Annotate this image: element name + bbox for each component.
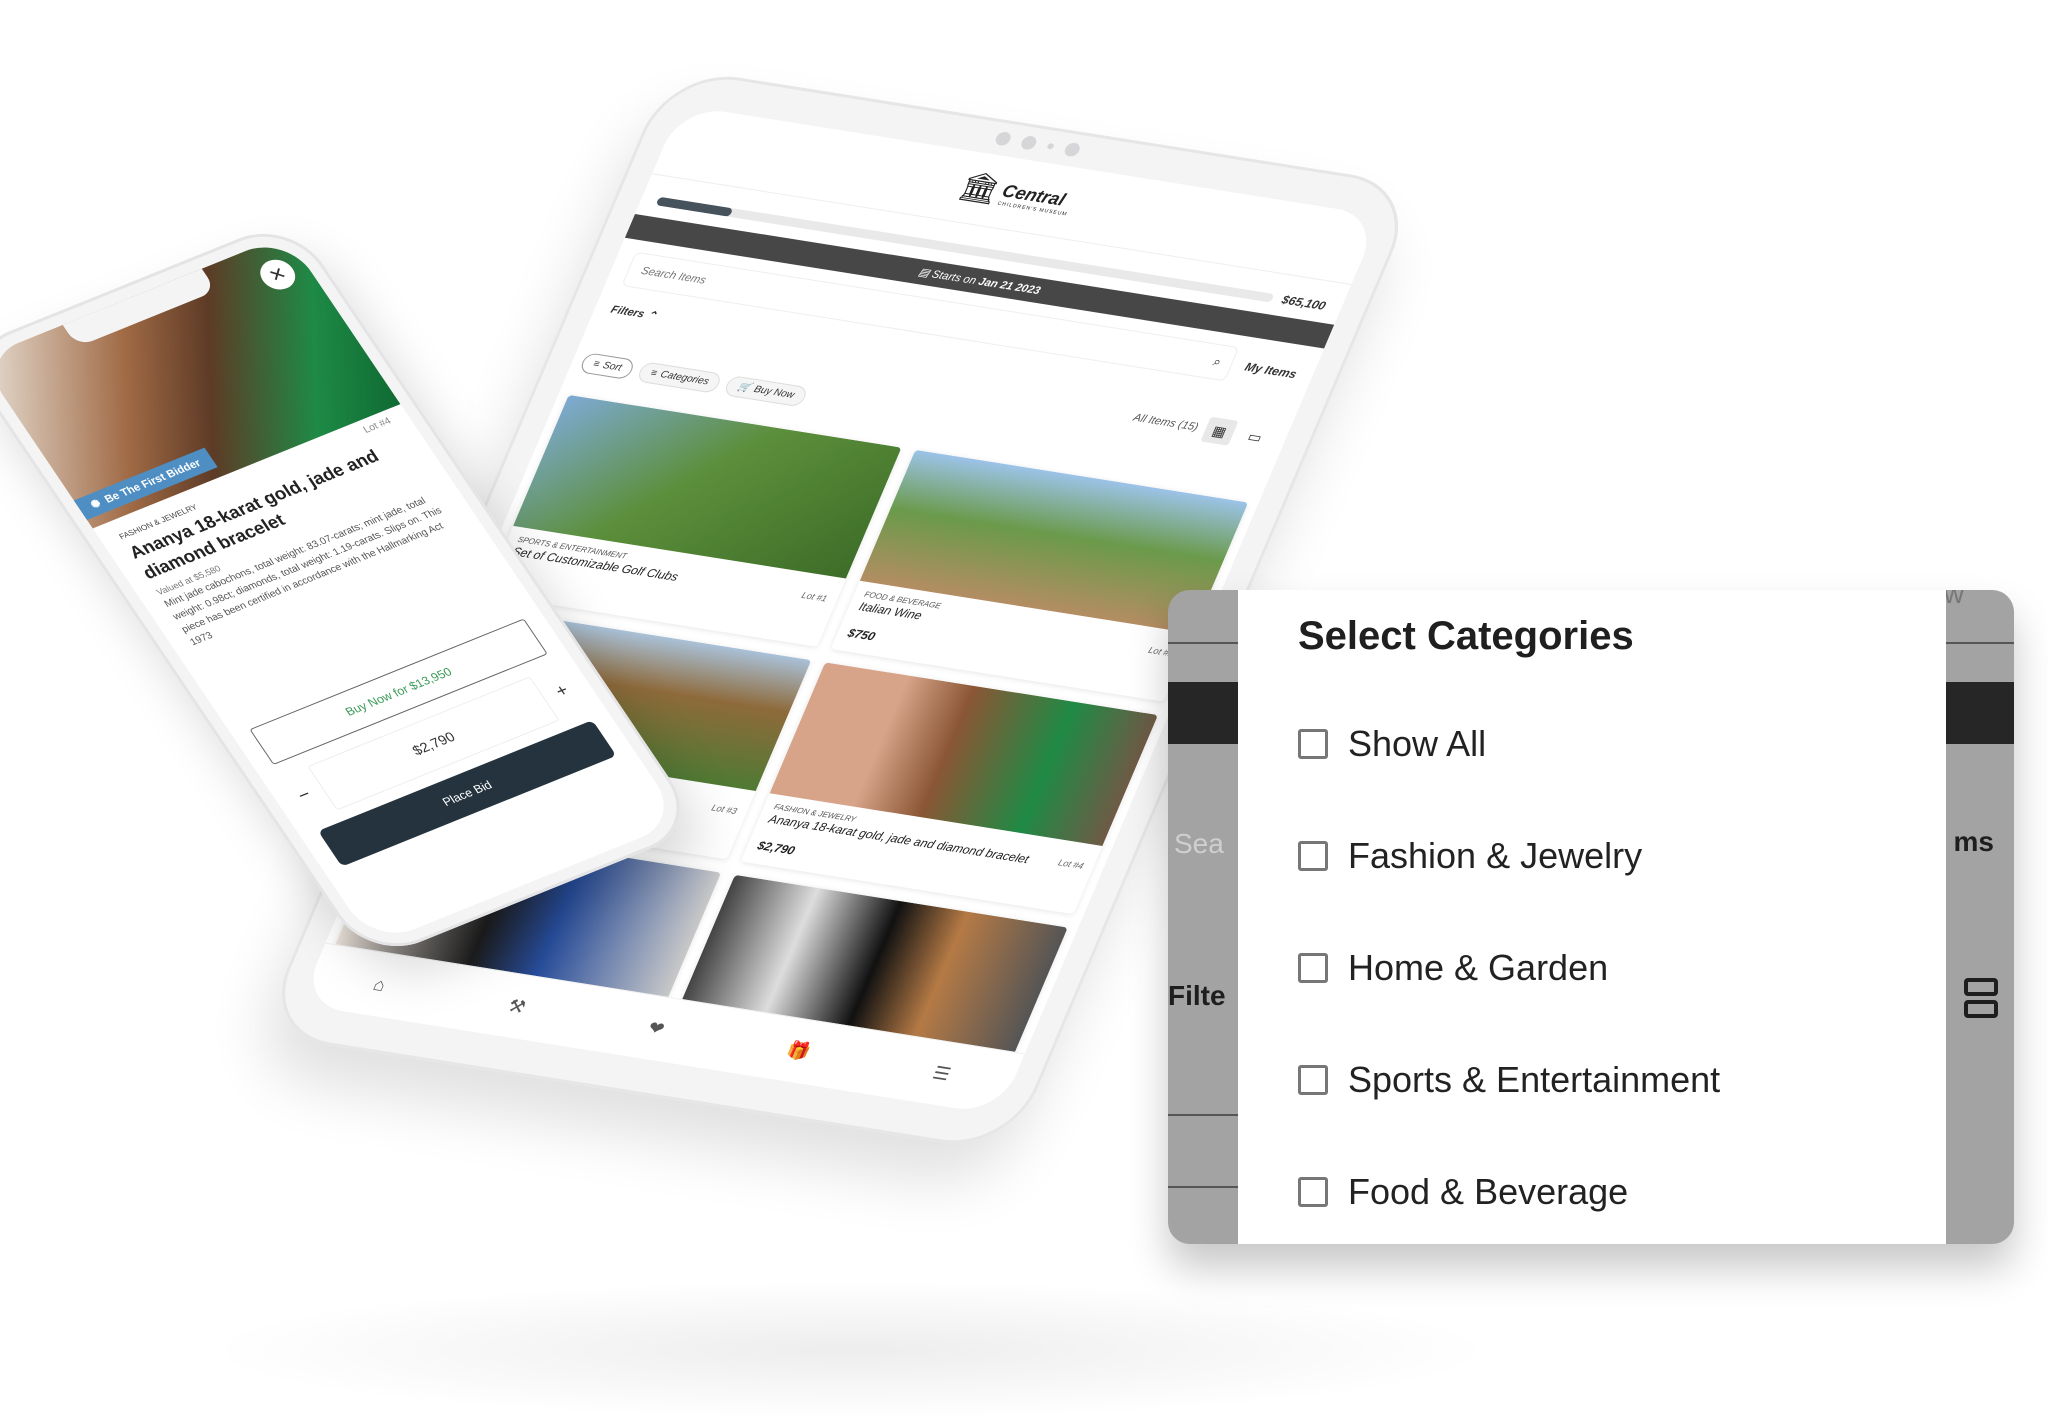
category-option-home-garden[interactable]: Home & Garden bbox=[1298, 911, 1720, 1024]
list-view-button[interactable]: ▭ bbox=[1236, 422, 1274, 451]
sort-icon: ≡ bbox=[591, 358, 602, 371]
increase-bid-button[interactable]: + bbox=[548, 679, 577, 704]
all-items-count: All Items (15) bbox=[1131, 411, 1201, 434]
progress-fill bbox=[655, 196, 734, 217]
categories-popup-callout: Sea ms Filte ew Select Categories Show A… bbox=[1168, 590, 2014, 1244]
close-button[interactable]: ✕ bbox=[253, 255, 302, 295]
my-items-link[interactable]: My Items bbox=[1243, 360, 1299, 381]
grid-icon: ▦ bbox=[1209, 422, 1230, 440]
gavel-icon[interactable]: ⚒ bbox=[505, 995, 529, 1017]
goal-amount: $65,100 bbox=[1279, 292, 1329, 313]
menu-icon[interactable]: ☰ bbox=[929, 1062, 954, 1084]
category-option-show-all[interactable]: Show All bbox=[1298, 687, 1720, 800]
list-icon: ▭ bbox=[1245, 427, 1265, 445]
category-option-sports-entertainment[interactable]: Sports & Entertainment bbox=[1298, 1023, 1720, 1136]
category-list: Show All Fashion & Jewelry Home & Garden… bbox=[1298, 688, 1720, 1244]
checkbox[interactable] bbox=[1298, 952, 1328, 983]
floor-shadow bbox=[200, 1280, 1500, 1420]
checkbox[interactable] bbox=[1298, 1176, 1328, 1207]
tablet-camera bbox=[993, 130, 1083, 158]
start-date: Jan 21 2023 bbox=[976, 275, 1043, 298]
sort-chip[interactable]: ≡ Sort bbox=[578, 352, 637, 380]
donate-hand-heart-icon[interactable]: ❤ bbox=[645, 1017, 668, 1039]
home-icon[interactable]: ⌂ bbox=[370, 974, 389, 996]
grid-view-button[interactable]: ▦ bbox=[1200, 416, 1239, 446]
popup-title: Select Categories bbox=[1298, 614, 1634, 658]
categories-panel: Select Categories Show All Fashion & Jew… bbox=[1238, 590, 1946, 1244]
background-filters-fragment: Filte bbox=[1168, 980, 1226, 1011]
logo[interactable]: 🏛 Central CHILDREN'S MUSEUM bbox=[954, 169, 1078, 218]
chevron-up-icon: ⌃ bbox=[644, 309, 659, 323]
checkbox[interactable] bbox=[1298, 1064, 1328, 1095]
close-icon: ✕ bbox=[264, 262, 291, 286]
museum-building-icon: 🏛 bbox=[954, 169, 1006, 207]
item-lot: Lot #3 bbox=[709, 802, 739, 817]
background-sort-chip bbox=[1168, 1114, 1240, 1188]
badge-star-icon: ✺ bbox=[88, 497, 104, 512]
filter-icon: ≡ bbox=[648, 367, 659, 380]
categories-chip[interactable]: ≡ Categories bbox=[635, 361, 724, 394]
background-search-fragment: Sea bbox=[1174, 828, 1224, 859]
item-card[interactable]: FASHION & JEWELRY Ananya 18-karat gold, … bbox=[740, 662, 1159, 915]
category-option-fashion-jewelry[interactable]: Fashion & Jewelry bbox=[1298, 799, 1720, 912]
list-icon bbox=[1964, 978, 2002, 1026]
cart-icon: 🛒 bbox=[735, 381, 753, 394]
buy-now-chip[interactable]: 🛒 Buy Now bbox=[722, 375, 809, 408]
gift-icon[interactable]: 🎁 bbox=[783, 1039, 814, 1062]
checkbox[interactable] bbox=[1298, 728, 1328, 759]
checkbox[interactable] bbox=[1298, 840, 1328, 871]
decrease-bid-button[interactable]: − bbox=[290, 783, 319, 808]
background-my-items-fragment: ms bbox=[1953, 826, 1994, 857]
category-option-food-beverage[interactable]: Food & Beverage bbox=[1298, 1135, 1720, 1244]
